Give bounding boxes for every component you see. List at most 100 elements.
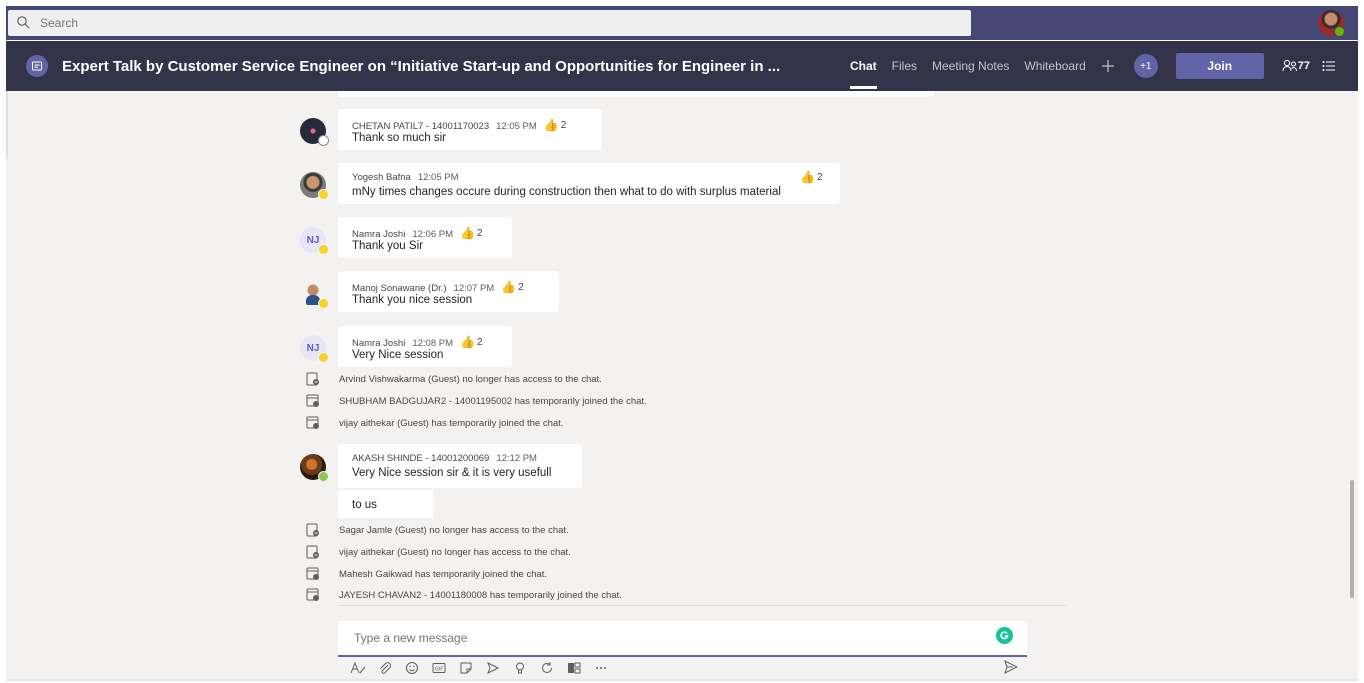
bottom-edge xyxy=(6,679,1358,681)
message-time: 12:05 PM xyxy=(417,172,459,183)
reaction-count[interactable]: 👍 2 xyxy=(501,280,524,294)
add-tab-icon[interactable] xyxy=(1101,41,1115,91)
search-icon xyxy=(16,15,32,31)
like-icon: 👍 xyxy=(460,335,475,349)
reaction-count[interactable]: 👍 2 xyxy=(800,170,823,184)
presence-online-icon xyxy=(318,471,329,482)
system-event-text: SHUBHAM BADGUJAR2 - 14001195002 has temp… xyxy=(339,395,647,407)
reaction-count[interactable]: 👍 2 xyxy=(544,118,567,132)
message-time: 12:12 PM xyxy=(496,453,537,464)
search-box[interactable] xyxy=(8,10,971,36)
participants-button[interactable]: 77 xyxy=(1282,59,1310,73)
system-event-text: Mahesh Gaikwad has temporarily joined th… xyxy=(339,568,548,580)
tab-files[interactable]: Files xyxy=(892,41,917,91)
message-author: CHETAN PATIL7 - 14001170023 xyxy=(352,121,490,132)
message-text: mNy times changes occure during construc… xyxy=(352,186,781,198)
system-event: vijay aithekar (Guest) no longer has acc… xyxy=(306,544,571,560)
system-event: Sagar Jamle (Guest) no longer has access… xyxy=(306,522,569,538)
like-icon: 👍 xyxy=(543,118,559,132)
reaction-count[interactable]: 👍 2 xyxy=(460,226,483,240)
message-bubble[interactable]: Yogesh Bafna 12:05 PM 👍 2 mNy times change… xyxy=(338,163,840,204)
format-icon[interactable] xyxy=(350,660,366,676)
list-icon[interactable] xyxy=(1322,60,1336,72)
top-bar xyxy=(6,6,1358,40)
sticker-icon[interactable] xyxy=(458,660,474,676)
message-text: Thank you nice session xyxy=(352,294,473,306)
gif-icon[interactable]: GIF xyxy=(431,660,447,676)
message-bubble[interactable]: Namra Joshi 12:06 PM 👍 2 Thank you Sir xyxy=(338,217,512,258)
more-participants-badge[interactable]: +1 xyxy=(1133,54,1158,78)
stream-icon[interactable] xyxy=(566,660,582,676)
system-event: JAYESH CHAVAN2 - 14001180008 has tempora… xyxy=(306,587,622,603)
previous-message-bubble xyxy=(338,91,934,97)
like-icon: 👍 xyxy=(501,280,517,294)
join-button[interactable]: Join xyxy=(1175,53,1264,79)
message-bubble[interactable]: Manoj Sonawane (Dr.) 12:07 PM 👍 2 Thank you… xyxy=(338,271,559,312)
participants-count: 77 xyxy=(1297,60,1311,72)
system-event-text: vijay aithekar (Guest) no longer has acc… xyxy=(339,546,571,558)
system-event: SHUBHAM BADGUJAR2 - 14001195002 has temp… xyxy=(306,393,647,409)
message-time: 12:05 PM xyxy=(496,121,537,132)
system-event-text: JAYESH CHAVAN2 - 14001180008 has tempora… xyxy=(339,589,622,601)
message-input[interactable] xyxy=(352,630,956,646)
compose-box[interactable] xyxy=(338,621,1027,657)
avatar[interactable] xyxy=(300,118,329,146)
meet-now-icon[interactable] xyxy=(485,660,501,676)
chat-access-removed-icon xyxy=(306,545,320,559)
avatar[interactable]: NJ xyxy=(300,335,329,363)
message-meta: AKASH SHINDE - 14001200069 12:12 PM xyxy=(352,453,537,464)
message-meta: Namra Joshi 12:06 PM 👍 2 xyxy=(352,226,483,240)
praise-icon[interactable] xyxy=(512,660,528,676)
chat-access-removed-icon xyxy=(306,372,320,386)
tab-whiteboard[interactable]: Whiteboard xyxy=(1024,41,1085,91)
message-author: Manoj Sonawane (Dr.) xyxy=(352,283,447,294)
people-icon xyxy=(1282,59,1297,72)
search-input[interactable] xyxy=(38,15,942,31)
meeting-title: Expert Talk by Customer Service Engineer… xyxy=(62,57,781,75)
system-event-text: vijay aithekar (Guest) has temporarily j… xyxy=(339,417,564,429)
message-text: to us xyxy=(352,499,377,511)
reaction-number: 2 xyxy=(518,281,524,293)
user-avatar[interactable] xyxy=(1318,10,1345,37)
message-time: 12:08 PM xyxy=(412,338,453,349)
send-icon[interactable] xyxy=(1003,659,1019,675)
message-text: Very Nice session sir & it is very usefu… xyxy=(352,467,552,479)
avatar[interactable]: NJ xyxy=(300,227,329,255)
tab-chat[interactable]: Chat xyxy=(850,41,877,91)
avatar[interactable] xyxy=(300,454,329,482)
message-meta: Yogesh Bafna 12:05 PM xyxy=(352,172,459,183)
presence-away-icon xyxy=(318,189,329,200)
meeting-header: Expert Talk by Customer Service Engineer… xyxy=(6,41,1358,91)
message-bubble[interactable]: AKASH SHINDE - 14001200069 12:12 PM Very … xyxy=(338,444,582,488)
chat-joined-icon xyxy=(306,394,320,408)
chat-scrollbar[interactable] xyxy=(1350,480,1354,598)
reaction-number: 2 xyxy=(476,336,483,348)
presence-offline-icon xyxy=(318,135,329,146)
reaction-count[interactable]: 👍 2 xyxy=(460,335,483,349)
avatar[interactable] xyxy=(300,281,329,309)
loop-icon[interactable] xyxy=(539,660,555,676)
chat-joined-icon xyxy=(306,567,320,581)
presence-away-icon xyxy=(318,244,329,255)
message-bubble-continued[interactable]: to us xyxy=(338,490,434,518)
more-icon[interactable] xyxy=(593,660,609,676)
message-time: 12:07 PM xyxy=(453,283,495,294)
reaction-number: 2 xyxy=(476,227,483,239)
message-meta: Manoj Sonawane (Dr.) 12:07 PM 👍 2 xyxy=(352,280,524,294)
grammarly-icon[interactable] xyxy=(996,627,1013,644)
message-text: Very Nice session xyxy=(352,349,444,361)
chat-joined-icon xyxy=(306,588,320,602)
attach-icon[interactable] xyxy=(377,660,393,676)
avatar-initials: NJ xyxy=(306,234,320,246)
like-icon: 👍 xyxy=(460,226,475,240)
message-bubble[interactable]: Namra Joshi 12:08 PM 👍 2 Very Nice session xyxy=(338,326,512,367)
message-author: AKASH SHINDE - 14001200069 xyxy=(352,453,490,464)
tab-meeting-notes[interactable]: Meeting Notes xyxy=(932,41,1009,91)
system-event-text: Sagar Jamle (Guest) no longer has access… xyxy=(339,524,569,536)
chat-pane[interactable]: CHETAN PATIL7 - 14001170023 12:05 PM 👍 2 Th… xyxy=(6,91,1358,681)
emoji-icon[interactable] xyxy=(404,660,420,676)
chat-access-removed-icon xyxy=(306,523,320,537)
message-bubble[interactable]: CHETAN PATIL7 - 14001170023 12:05 PM 👍 2 Th… xyxy=(338,109,602,150)
system-event: Mahesh Gaikwad has temporarily joined th… xyxy=(306,566,547,582)
avatar[interactable] xyxy=(300,172,329,200)
